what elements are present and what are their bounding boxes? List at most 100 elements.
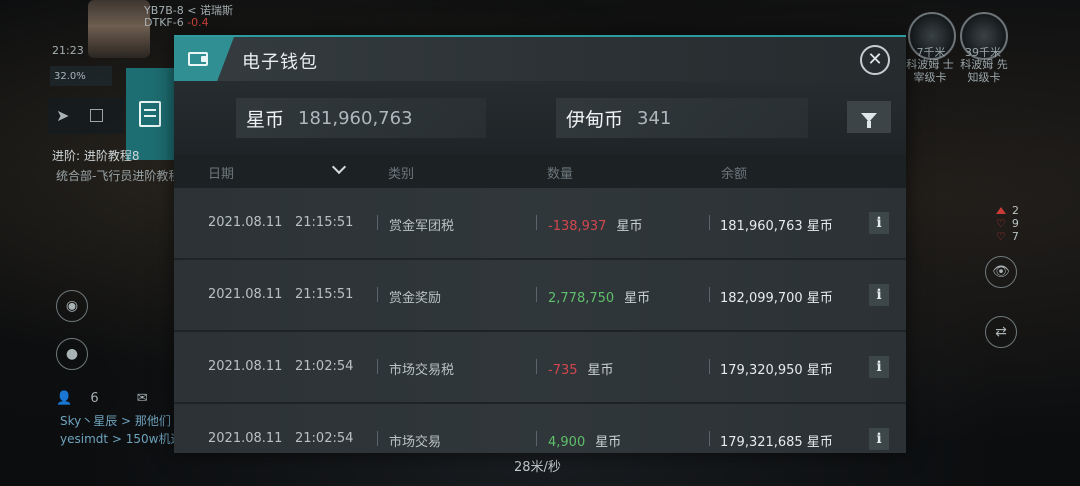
swap-icon[interactable]: ⇄ [985,316,1017,348]
eden-coin-balance: 伊甸币 341 [556,98,808,138]
row-time: 21:02:54 [295,431,354,446]
row-balance: 181,960,763 星币 [720,219,833,234]
wallet-modal: 电子钱包 ✕ 星币 181,960,763 伊甸币 341 日期 类别 数量 余… [174,35,906,453]
row-amount-group: -735 星币 [548,359,614,378]
divider [377,287,378,302]
document-icon [139,101,161,127]
row-category: 市场交易 [389,435,442,450]
shield-count: 9 [1011,217,1019,230]
row-unit: 星币 [616,219,643,234]
row-amount-group: 2,778,750 星币 [548,287,650,306]
modal-title: 电子钱包 [242,52,318,73]
info-icon[interactable]: i [869,356,889,378]
clock-text: 21:23 [52,44,84,57]
mission-title[interactable]: 进阶: 进阶教程8 [52,147,140,164]
security-status: -0.4 [187,16,209,29]
row-amount-group: -138,937 星币 [548,215,642,234]
nav-row[interactable]: ➤ [48,98,124,134]
row-date: 2021.08.11 [208,431,283,446]
row-unit: 星币 [595,435,622,450]
eden-coin-label: 伊甸币 [566,108,624,131]
wallet-icon [188,52,208,66]
transaction-list[interactable]: 2021.08.11 21:15:51 赏金军团税 -138,937 星币 181… [174,188,906,453]
members-icon: 👤 [56,391,73,406]
member-count: 6 [90,391,99,406]
row-category: 赏金军团税 [389,219,455,234]
table-row: 2021.08.11 21:15:51 赏金奖励 2,778,750 星币 182… [174,260,906,330]
eden-coin-value: 341 [637,107,672,129]
skill-label: 科波姆 先 知级卡 [960,58,1008,84]
divider [536,287,537,302]
eye-icon[interactable]: 👁 [985,256,1017,288]
chat-line[interactable]: yesimdt > 150w机遇 [60,430,183,447]
row-date: 2021.08.11 [208,359,283,374]
count-row: ♡ 7 [996,230,1019,243]
table-row: 2021.08.11 21:02:54 市场交易税 -735 星币 179,320… [174,332,906,402]
row-balance: 179,321,685 星币 [720,435,833,450]
game-screen: YB7B-8 < 诺瑞斯 DTKF-6 -0.4 21:23 32.0% ➤ 进… [0,0,1080,486]
mission-subtitle[interactable]: 统合部-飞行员进阶教程 [56,167,180,184]
row-amount-group: 4,900 星币 [548,431,621,450]
row-amount: 2,778,750 [548,291,615,306]
hostile-icon [996,207,1006,214]
speed-readout: 28米/秒 [514,460,561,475]
column-balance: 余额 [721,167,748,182]
pilot-avatar[interactable] [88,0,150,58]
member-row[interactable]: 👤 6 ✉ [56,391,148,406]
divider [709,287,710,302]
wallet-badge [174,37,234,81]
row-unit: 星币 [587,363,614,378]
chevron-down-icon[interactable] [331,159,347,175]
column-category: 类别 [388,167,415,182]
system-name: DTKF-6 [144,16,184,29]
skill-label: 科波姆 士 宰级卡 [906,58,954,84]
filter-icon [861,112,877,128]
row-category: 赏金奖励 [389,291,442,306]
row-date: 2021.08.11 [208,287,283,302]
row-unit: 星币 [624,291,651,306]
divider [377,359,378,374]
close-icon: ✕ [867,49,883,70]
chat-line[interactable]: Sky丶星辰 > 那他们 [60,412,171,429]
target-icon[interactable]: ◉ [56,290,88,322]
row-date: 2021.08.11 [208,215,283,230]
row-time: 21:02:54 [295,359,354,374]
balance-area: 星币 181,960,763 伊甸币 341 [174,81,906,154]
modal-header: 电子钱包 ✕ [174,37,906,81]
column-amount: 数量 [547,167,574,182]
drone-count: 7 [1011,230,1019,243]
divider [377,215,378,230]
star-coin-value: 181,960,763 [298,107,413,129]
divider [536,431,537,446]
row-amount: 4,900 [548,435,586,450]
star-coin-label: 星币 [246,108,285,131]
table-row: 2021.08.11 21:02:54 市场交易 4,900 星币 179,321… [174,404,906,453]
divider [536,215,537,230]
row-time: 21:15:51 [295,215,354,230]
star-coin-balance: 星币 181,960,763 [236,98,486,138]
person-icon[interactable]: ● [56,338,88,370]
close-button[interactable]: ✕ [860,45,890,75]
checkbox-icon[interactable] [90,109,103,122]
system-name-row: DTKF-6 -0.4 [144,16,209,29]
threat-counts: 2 ♡ 9 ♡ 7 [996,204,1019,243]
divider [709,215,710,230]
percent-box: 32.0% [50,66,112,86]
divider [709,359,710,374]
row-amount: -735 [548,363,578,378]
row-time: 21:15:51 [295,287,354,302]
filter-button[interactable] [847,101,891,133]
divider [536,359,537,374]
divider [709,431,710,446]
row-balance: 182,099,700 星币 [720,291,833,306]
row-amount: -138,937 [548,219,607,234]
info-icon[interactable]: i [869,212,889,234]
column-header: 日期 类别 数量 余额 [174,154,906,188]
divider [377,431,378,446]
mail-icon[interactable]: ✉ [137,391,148,406]
navigate-arrow-icon[interactable]: ➤ [56,106,69,125]
info-icon[interactable]: i [869,284,889,306]
info-icon[interactable]: i [869,428,889,450]
drone-icon: ♡ [996,230,1006,243]
column-date[interactable]: 日期 [208,163,234,182]
